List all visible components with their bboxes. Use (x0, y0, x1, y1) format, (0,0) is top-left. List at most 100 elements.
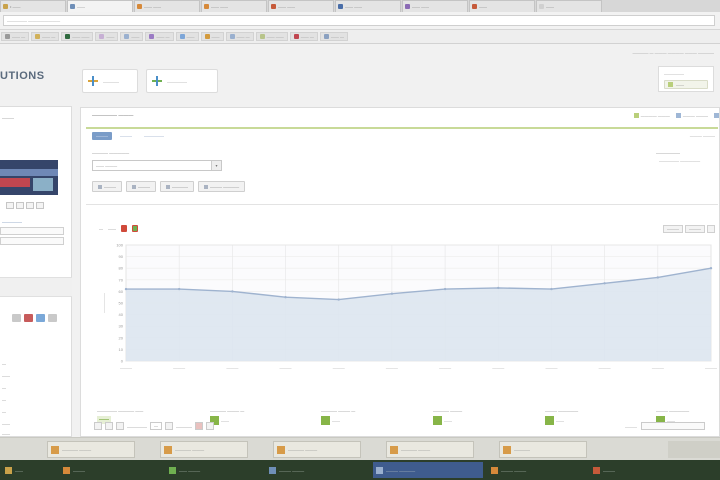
taskbar-app-button[interactable]: ——— ——— (488, 462, 582, 478)
browser-tab[interactable]: —— —— (201, 0, 267, 12)
taskbar-window-button[interactable]: ———— (499, 441, 587, 458)
sidebar-item[interactable]: — (2, 385, 6, 390)
sidebar-item[interactable]: —— (2, 421, 10, 426)
data-point[interactable] (284, 296, 287, 299)
thumb-prev-icon[interactable] (6, 202, 14, 209)
browser-tab[interactable]: —— —— (402, 0, 468, 12)
filter-select[interactable]: —— ——— ▾ (92, 160, 222, 171)
taskbar-window-button[interactable]: ———— ——— (386, 441, 474, 458)
chart-tool-2[interactable]: —— (108, 226, 116, 231)
panel-action-1[interactable]: ———— ——— (633, 113, 670, 118)
data-point[interactable] (709, 267, 713, 270)
page-select[interactable]: — (150, 422, 162, 430)
share-icon[interactable] (12, 314, 21, 322)
taskbar-app-button[interactable]: ——— (590, 462, 632, 478)
prev-page-icon[interactable] (105, 422, 113, 430)
chart-tool-1[interactable]: — (99, 226, 103, 231)
user-panel-button[interactable]: —— (664, 80, 708, 89)
next-page-icon[interactable] (116, 422, 124, 430)
bookmark-item[interactable]: —— —— (255, 32, 288, 41)
tab-2[interactable]: ——— (116, 132, 136, 140)
sidebar-item[interactable]: — (2, 361, 6, 366)
bookmark-item[interactable]: —— — (1, 32, 30, 41)
thumb-next-icon[interactable] (26, 202, 34, 209)
bookmark-favicon-icon (259, 34, 265, 39)
data-point[interactable] (337, 298, 340, 301)
panel-action-2[interactable]: ——— ——— (675, 113, 708, 118)
data-point[interactable] (231, 290, 234, 293)
browser-tab[interactable]: —— (469, 0, 535, 12)
taskbar-window-button[interactable]: ———— ——— (47, 441, 135, 458)
browser-tab[interactable]: —— —— (134, 0, 200, 12)
browser-tab[interactable]: • —— (0, 0, 66, 12)
pager-search-input[interactable] (641, 422, 705, 430)
chart-range-option[interactable]: ——— (663, 225, 683, 233)
browser-tab[interactable]: —— —— (335, 0, 401, 12)
header-action-box-1[interactable]: ———— (82, 69, 138, 93)
social-red-icon[interactable] (24, 314, 33, 322)
bookmark-item[interactable]: —— —— (61, 32, 94, 41)
preview-thumbnail[interactable] (0, 160, 58, 195)
image-export-icon[interactable] (132, 225, 138, 232)
chart-range-option[interactable] (707, 225, 715, 233)
thumb-play-icon[interactable] (16, 202, 24, 209)
chevron-down-icon[interactable] (165, 422, 173, 430)
tab-1[interactable]: ——— (92, 132, 112, 140)
first-page-icon[interactable] (94, 422, 102, 430)
refresh-icon[interactable] (195, 422, 203, 430)
data-point[interactable] (497, 286, 500, 290)
data-point[interactable] (550, 287, 553, 291)
toolbar-button-4[interactable]: ——— ———— (198, 181, 246, 192)
site-logo[interactable]: UTIONS (0, 70, 45, 82)
data-point[interactable] (177, 287, 181, 291)
header-action-box-2[interactable]: ————— (146, 69, 218, 93)
bookmark-item[interactable]: —— — (289, 32, 318, 41)
chart-range-option[interactable]: ——— (685, 225, 705, 233)
thumb-expand-icon[interactable] (36, 202, 44, 209)
date-range-value[interactable]: ————— ————— (659, 158, 700, 163)
sidebar-select-1[interactable] (0, 227, 64, 235)
header-top-links[interactable]: ———— — ——— ———— ——— ———— (632, 50, 714, 55)
sidebar-link[interactable]: ————— (2, 219, 22, 224)
social-grey-icon[interactable] (48, 314, 57, 322)
tab-3[interactable]: ————— (140, 132, 168, 140)
taskbar-app-button[interactable]: ——— (60, 462, 104, 478)
bookmark-item[interactable]: —— (175, 32, 199, 41)
export-icon[interactable] (206, 422, 214, 430)
sidebar-item[interactable]: — (2, 397, 6, 402)
social-blue-icon[interactable] (36, 314, 45, 322)
panel-action-3[interactable] (714, 113, 719, 118)
pdf-icon[interactable] (121, 225, 127, 232)
taskbar-app-button[interactable]: —— (2, 462, 30, 478)
bookmark-item[interactable]: —— — (145, 32, 174, 41)
bookmark-item[interactable]: —— (95, 32, 119, 41)
toolbar-button-1[interactable]: ——— (92, 181, 122, 192)
bookmark-item[interactable]: —— (120, 32, 144, 41)
bookmark-item[interactable]: —— — (225, 32, 254, 41)
browser-tab[interactable]: —— (67, 0, 133, 12)
sidebar-item[interactable]: —— (2, 431, 10, 436)
subtab-right-link[interactable]: ——— ——— (690, 133, 715, 138)
browser-tab[interactable]: —— (536, 0, 602, 12)
data-point[interactable] (656, 276, 660, 279)
sidebar-select-2[interactable] (0, 237, 64, 245)
data-point[interactable] (124, 287, 128, 291)
toolbar-button-2[interactable]: ——— (126, 181, 156, 192)
data-point[interactable] (390, 292, 394, 295)
data-point[interactable] (443, 287, 447, 291)
browser-tab[interactable]: —— —— (268, 0, 334, 12)
taskbar-window-button[interactable]: ———— ——— (273, 441, 361, 458)
browser-tab-title: —— —— (211, 4, 229, 9)
bookmark-item[interactable]: —— — (319, 32, 348, 41)
bookmark-item[interactable]: —— — (31, 32, 60, 41)
taskbar-app-button[interactable]: —— ——— (166, 462, 258, 478)
bookmark-item[interactable]: —— (200, 32, 224, 41)
taskbar-app-button[interactable]: ——— ———— (373, 462, 483, 478)
toolbar-button-3[interactable]: ———— (160, 181, 194, 192)
sidebar-item[interactable]: — (2, 409, 6, 414)
url-input[interactable]: ————— ———————— (3, 15, 715, 26)
taskbar-window-button[interactable]: ———— ——— (160, 441, 248, 458)
data-point[interactable] (603, 282, 606, 285)
sidebar-item[interactable]: —— (2, 373, 10, 378)
taskbar-app-button[interactable]: ——— ——— (266, 462, 366, 478)
